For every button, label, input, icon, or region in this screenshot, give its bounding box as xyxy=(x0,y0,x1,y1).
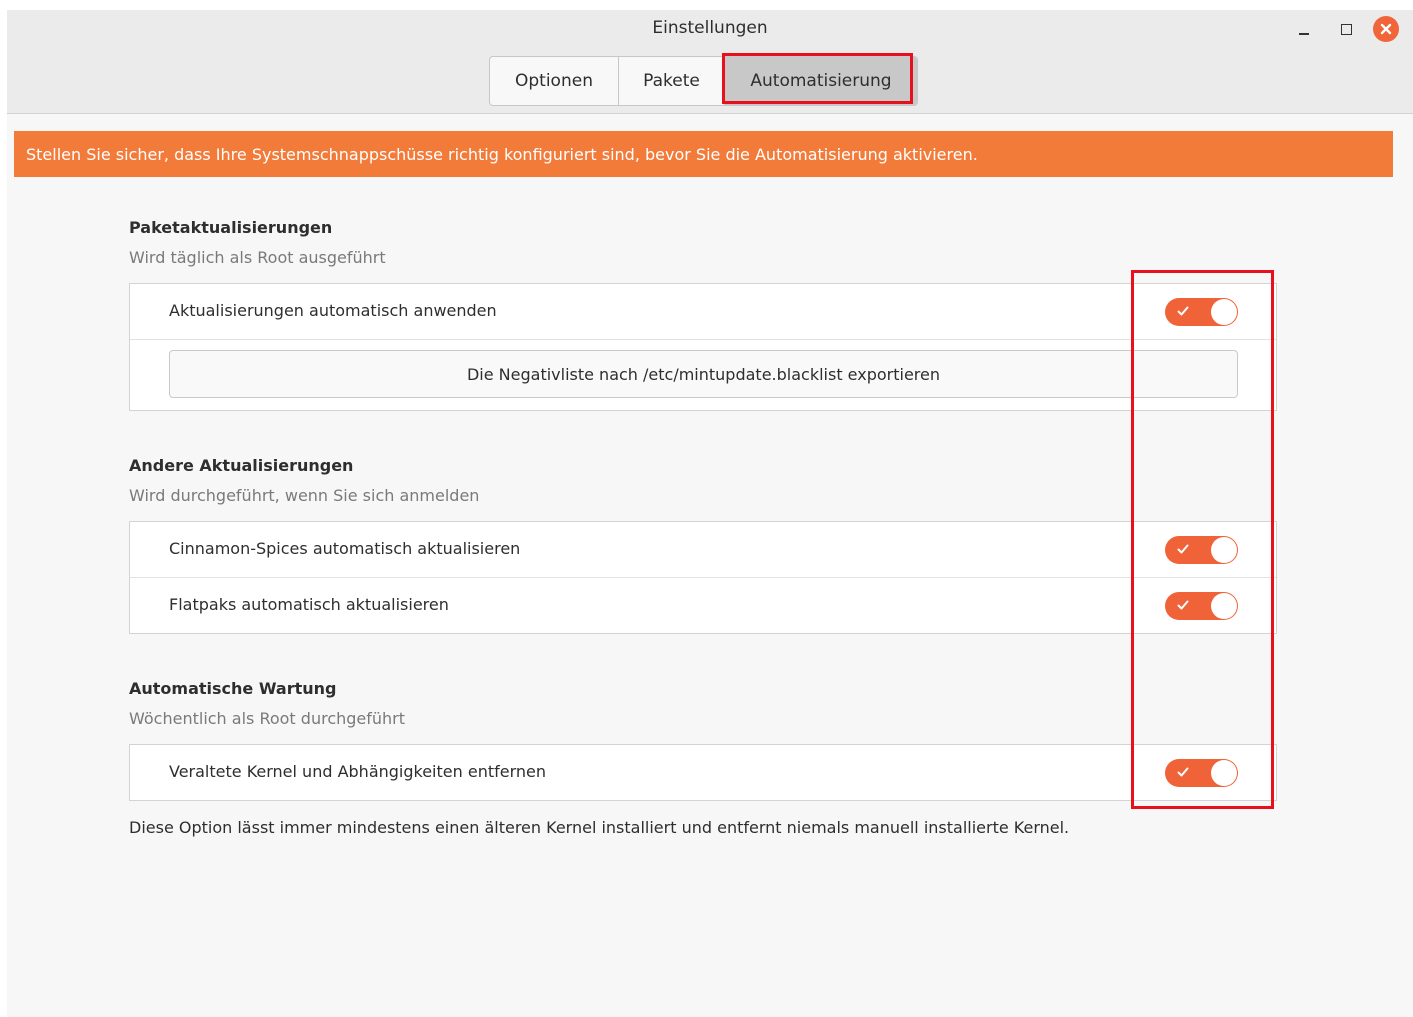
minimize-icon xyxy=(1299,33,1309,35)
check-icon xyxy=(1177,306,1189,316)
kernel-label: Veraltete Kernel und Abhängigkeiten entf… xyxy=(169,762,546,781)
settings-row-auto-apply: Aktualisierungen automatisch anwenden xyxy=(130,284,1276,340)
other-settings-box: Cinnamon-Spices automatisch aktualisiere… xyxy=(129,521,1277,634)
auto-apply-label: Aktualisierungen automatisch anwenden xyxy=(169,301,497,320)
settings-row-flatpaks: Flatpaks automatisch aktualisieren xyxy=(130,578,1276,634)
toggle-knob xyxy=(1211,593,1237,619)
close-button[interactable] xyxy=(1373,16,1399,42)
export-blacklist-button[interactable]: Die Negativliste nach /etc/mintupdate.bl… xyxy=(169,350,1238,398)
flatpaks-label: Flatpaks automatisch aktualisieren xyxy=(169,595,449,614)
header-bar: Einstellungen Optionen Pakete Automatisi… xyxy=(7,10,1413,114)
spices-toggle[interactable] xyxy=(1165,536,1238,564)
warning-banner-text: Stellen Sie sicher, dass Ihre Systemschn… xyxy=(26,144,978,164)
window-title: Einstellungen xyxy=(652,18,768,38)
packages-settings-box: Aktualisierungen automatisch anwenden Di… xyxy=(129,283,1277,411)
section-subtitle-packages: Wird täglich als Root ausgeführt xyxy=(129,248,386,267)
check-icon xyxy=(1177,767,1189,777)
auto-apply-toggle[interactable] xyxy=(1165,298,1238,326)
close-icon xyxy=(1373,16,1399,42)
spices-label: Cinnamon-Spices automatisch aktualisiere… xyxy=(169,539,521,558)
settings-row-export: Die Negativliste nach /etc/mintupdate.bl… xyxy=(130,340,1276,410)
flatpaks-toggle[interactable] xyxy=(1165,592,1238,620)
minimize-button[interactable] xyxy=(1291,16,1317,42)
toggle-knob xyxy=(1211,760,1237,786)
tab-pakete[interactable]: Pakete xyxy=(619,57,725,105)
maximize-icon xyxy=(1340,23,1352,35)
maintenance-settings-box: Veraltete Kernel und Abhängigkeiten entf… xyxy=(129,744,1277,801)
toggle-knob xyxy=(1211,537,1237,563)
toggle-knob xyxy=(1211,299,1237,325)
section-title-maintenance: Automatische Wartung xyxy=(129,679,337,698)
section-title-other: Andere Aktualisierungen xyxy=(129,456,354,475)
settings-row-spices: Cinnamon-Spices automatisch aktualisiere… xyxy=(130,522,1276,578)
warning-banner: Stellen Sie sicher, dass Ihre Systemschn… xyxy=(14,131,1393,177)
kernel-toggle[interactable] xyxy=(1165,759,1238,787)
check-icon xyxy=(1177,544,1189,554)
tab-automatisierung[interactable]: Automatisierung xyxy=(725,57,917,105)
tab-optionen[interactable]: Optionen xyxy=(490,57,619,105)
check-icon xyxy=(1177,600,1189,610)
section-subtitle-maintenance: Wöchentlich als Root durchgeführt xyxy=(129,709,406,728)
section-title-packages: Paketaktualisierungen xyxy=(129,218,333,237)
tab-bar: Optionen Pakete Automatisierung xyxy=(489,56,918,106)
maximize-button[interactable] xyxy=(1333,16,1359,42)
settings-window: Einstellungen Optionen Pakete Automatisi… xyxy=(7,10,1413,1017)
section-subtitle-other: Wird durchgeführt, wenn Sie sich anmelde… xyxy=(129,486,480,505)
kernel-note: Diese Option lässt immer mindestens eine… xyxy=(129,818,1070,837)
settings-row-kernel: Veraltete Kernel und Abhängigkeiten entf… xyxy=(130,745,1276,801)
